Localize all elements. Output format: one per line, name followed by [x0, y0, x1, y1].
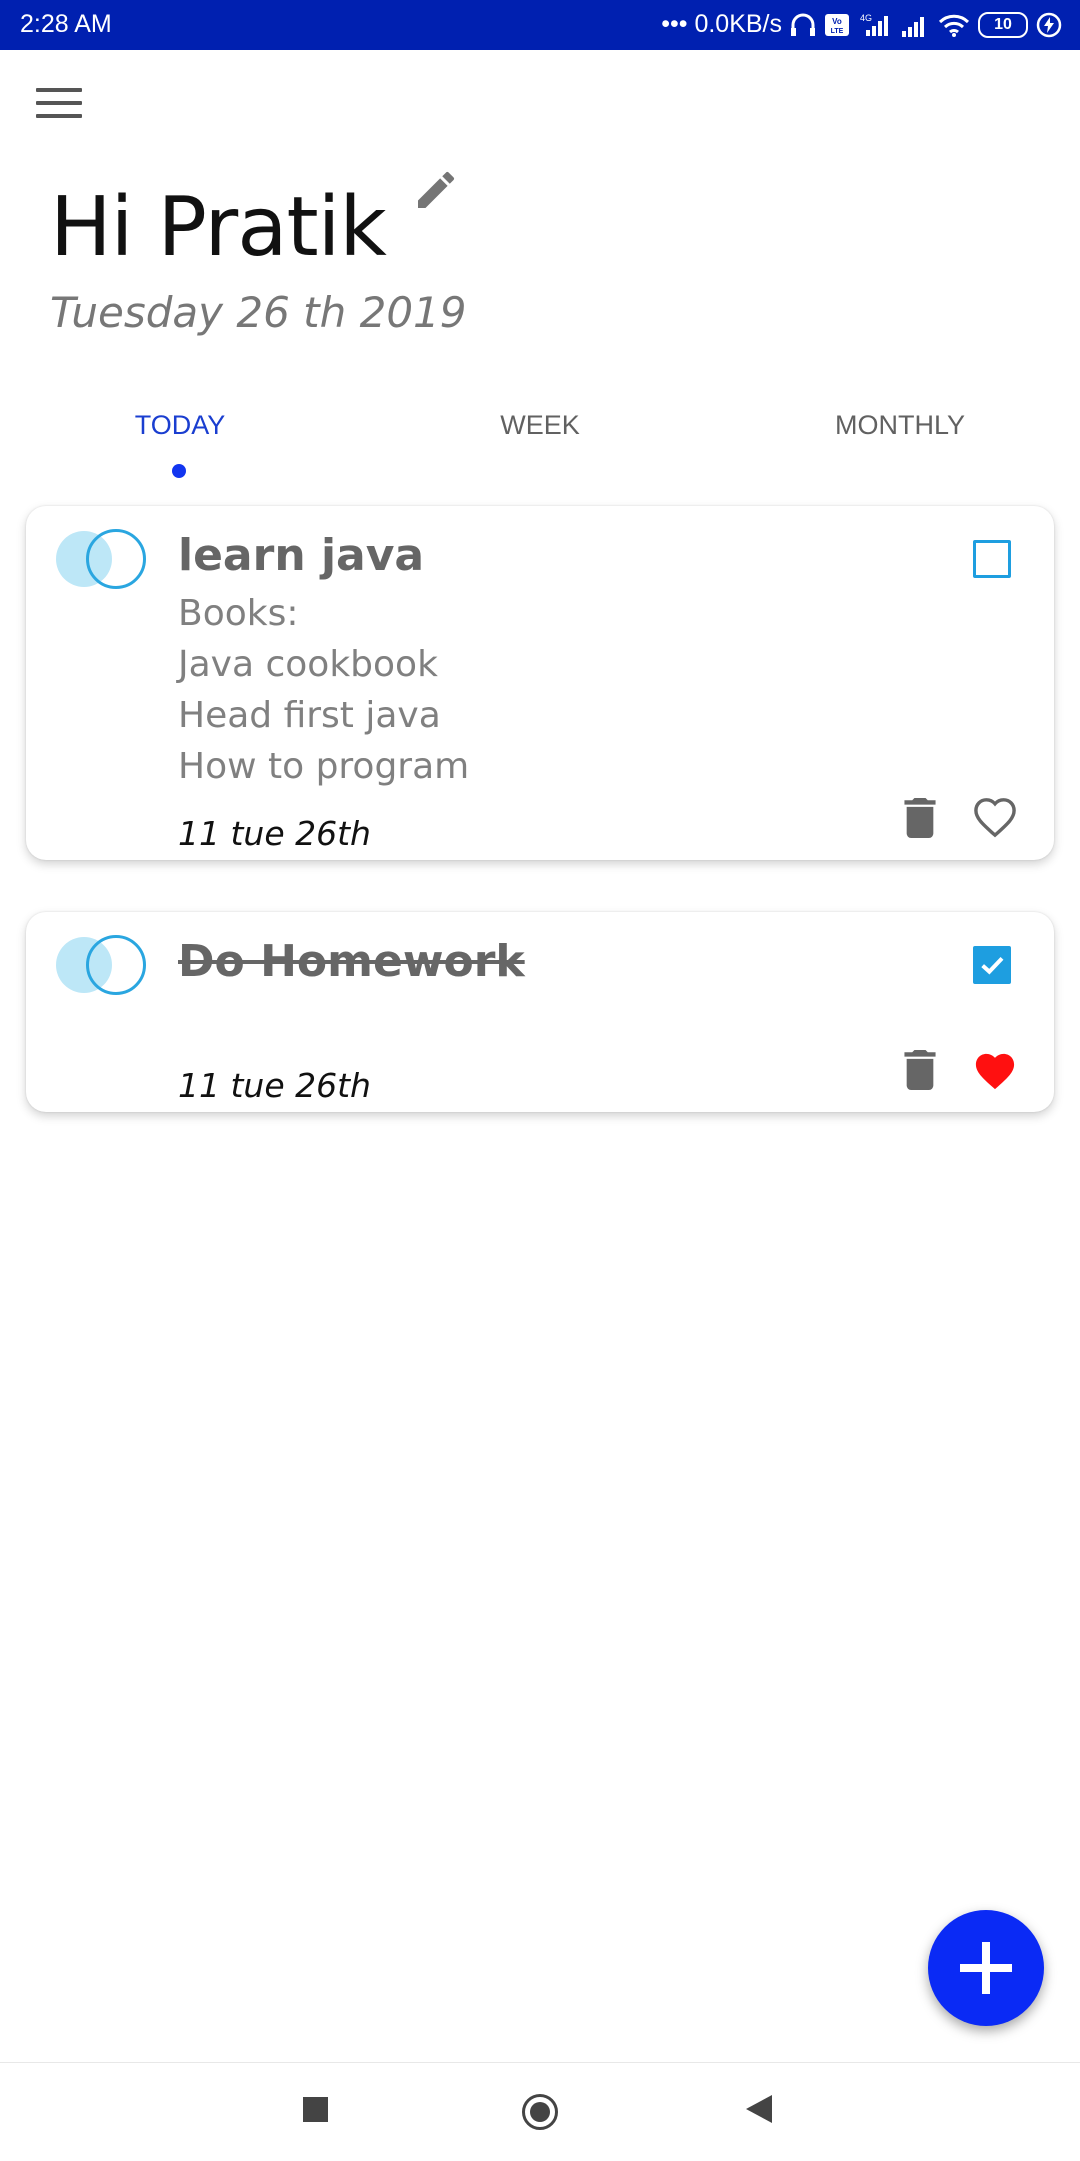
task-complete-checkbox[interactable] [973, 946, 1011, 984]
date-subtitle: Tuesday 26 th 2019 [50, 288, 467, 337]
network-speed: ••• 0.0KB/s [661, 10, 782, 38]
add-task-button[interactable] [928, 1910, 1044, 2026]
task-description-line: How to program [178, 746, 470, 787]
task-description-line: Java cookbook [178, 644, 438, 685]
task-complete-checkbox[interactable] [973, 540, 1011, 578]
battery-indicator: 10 [978, 11, 1028, 38]
signal-icon [902, 16, 924, 37]
status-time: 2:28 AM [20, 10, 112, 38]
task-time: 11 tue 26th [178, 814, 371, 853]
heart-icon[interactable] [972, 796, 1018, 838]
svg-text:LTE: LTE [831, 28, 844, 35]
volte-icon: Vo LTE [825, 13, 849, 36]
svg-text:Vo: Vo [832, 17, 842, 26]
status-bar: 2:28 AM ••• 0.0KB/s Vo LTE 4G 10 [0, 0, 1080, 50]
system-nav-bar [0, 2062, 1080, 2161]
check-icon [981, 956, 1004, 975]
active-tab-indicator [172, 464, 186, 478]
task-description: Books: Java cookbook Head first java How… [178, 588, 469, 792]
wifi-icon [938, 14, 970, 37]
trash-icon[interactable] [902, 798, 938, 838]
task-toggle[interactable] [56, 934, 146, 995]
task-time: 11 tue 26th [178, 1066, 371, 1105]
task-toggle[interactable] [56, 528, 146, 589]
task-description-line: Books: [178, 593, 299, 634]
status-icons: ••• 0.0KB/s Vo LTE 4G 10 [661, 10, 1062, 39]
add-icon [960, 1942, 1012, 1994]
signal-4g-icon: 4G [860, 13, 888, 36]
back-button[interactable] [746, 2095, 772, 2123]
edit-icon[interactable] [412, 166, 460, 214]
tab-bar: TODAY WEEK MONTHLY [0, 400, 1080, 480]
task-card[interactable]: Do Homework 11 tue 26th [26, 912, 1054, 1112]
headphones-icon [791, 13, 815, 36]
trash-icon[interactable] [902, 1050, 938, 1090]
tab-week[interactable]: WEEK [500, 410, 580, 441]
charging-icon [1036, 12, 1062, 37]
task-title: learn java [178, 530, 425, 581]
task-description-line: Head first java [178, 695, 441, 736]
tab-today[interactable]: TODAY [135, 410, 226, 441]
network-type: 4G [860, 13, 872, 23]
home-button[interactable] [522, 2094, 558, 2130]
menu-icon[interactable] [36, 88, 82, 128]
recents-button[interactable] [303, 2097, 328, 2122]
tab-monthly[interactable]: MONTHLY [835, 410, 965, 441]
heart-icon[interactable] [972, 1050, 1018, 1092]
task-card[interactable]: learn java Books: Java cookbook Head fir… [26, 506, 1054, 860]
greeting-title: Hi Pratik [50, 180, 387, 275]
task-title: Do Homework [178, 936, 525, 987]
